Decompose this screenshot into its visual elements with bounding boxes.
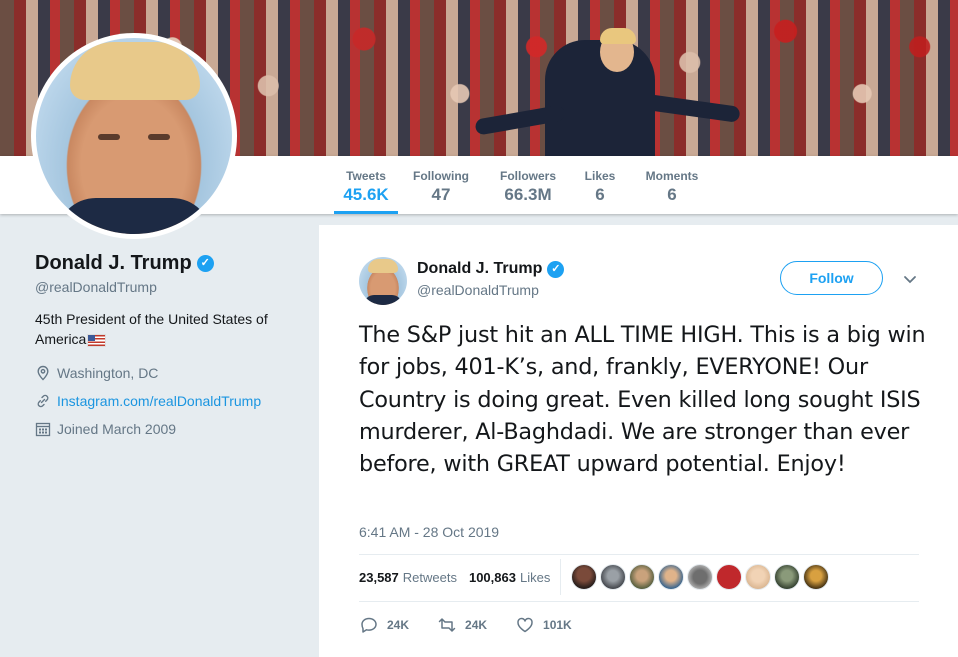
- reply-count: 24K: [387, 618, 410, 632]
- profile-handle[interactable]: @realDonaldTrump: [35, 279, 295, 295]
- reply-button[interactable]: 24K: [359, 615, 409, 635]
- nav-tab-moments[interactable]: Moments 6: [641, 156, 703, 214]
- heart-icon: [517, 617, 533, 633]
- link-icon: [37, 394, 49, 408]
- liker-avatar[interactable]: [600, 564, 627, 590]
- retweet-button[interactable]: 24K: [437, 615, 487, 635]
- like-count: 101K: [543, 618, 572, 632]
- verified-badge-icon: ✓: [196, 255, 214, 272]
- likes-count: 100,863: [468, 569, 516, 585]
- liker-avatar[interactable]: [745, 564, 772, 590]
- tweet-stats: 23,587 Retweets 100,863 Likes: [359, 559, 830, 595]
- tweet-author-name-row: Donald J. Trump ✓: [417, 260, 565, 278]
- liker-avatar[interactable]: [571, 564, 598, 590]
- profile-website: Instagram.com/realDonaldTrump: [35, 391, 295, 411]
- verified-badge-icon: ✓: [547, 260, 565, 278]
- profile-name[interactable]: Donald J. Trump: [35, 252, 192, 275]
- nav-tab-label: Moments: [645, 169, 699, 183]
- nav-tab-label: Followers: [499, 169, 556, 183]
- avatar-eye: [148, 134, 170, 140]
- nav-tab-value: 45.6K: [343, 185, 389, 204]
- profile-joined: Joined March 2009: [35, 419, 295, 439]
- likes-label: Likes: [519, 569, 551, 585]
- profile-bio-text: 45th President of the United States of A…: [35, 311, 268, 347]
- nav-tab-label: Tweets: [346, 169, 386, 183]
- tweet-card: Donald J. Trump ✓ @realDonaldTrump Follo…: [319, 225, 958, 657]
- avatar-eye: [98, 134, 120, 140]
- nav-tab-following[interactable]: Following 47: [408, 156, 474, 214]
- profile-location: Washington, DC: [35, 363, 295, 383]
- like-button[interactable]: 101K: [515, 615, 572, 635]
- tweet-avatar-suit: [364, 295, 402, 305]
- retweet-count: 24K: [465, 618, 488, 632]
- retweets-label: Retweets: [402, 569, 457, 585]
- liker-avatar[interactable]: [803, 564, 830, 590]
- nav-tab-label: Following: [413, 169, 469, 183]
- avatar-suit: [56, 198, 212, 234]
- calendar-icon: [35, 422, 51, 437]
- liker-avatars: [571, 564, 830, 590]
- liker-avatar[interactable]: [716, 564, 743, 590]
- tweet-author-name[interactable]: Donald J. Trump: [417, 260, 542, 278]
- profile-joined-text: Joined March 2009: [57, 421, 177, 437]
- nav-tab-value: 6: [667, 185, 677, 204]
- profile-location-text: Washington, DC: [57, 365, 159, 381]
- profile-website-link[interactable]: Instagram.com/realDonaldTrump: [57, 393, 261, 409]
- tweet-timestamp[interactable]: 6:41 AM - 28 Oct 2019: [359, 524, 499, 540]
- profile-avatar[interactable]: [31, 33, 237, 239]
- profile-card: Donald J. Trump ✓ @realDonaldTrump 45th …: [35, 252, 295, 439]
- profile-bio: 45th President of the United States of A…: [35, 309, 280, 349]
- tweet-divider: [359, 601, 919, 602]
- tweet-author-handle[interactable]: @realDonaldTrump: [417, 282, 564, 298]
- profile-name-row: Donald J. Trump ✓: [35, 252, 295, 275]
- tweet-author: Donald J. Trump ✓ @realDonaldTrump: [417, 260, 565, 298]
- banner-speaker-hair: [600, 28, 636, 44]
- us-flag-icon: [87, 333, 107, 347]
- reply-icon: [361, 617, 377, 633]
- tweet-avatar-hair: [368, 259, 398, 273]
- tweet-author-avatar[interactable]: [359, 257, 407, 305]
- likes-stat[interactable]: 100,863 Likes: [469, 570, 550, 585]
- nav-tab-value: 6: [595, 185, 605, 204]
- avatar-hair: [70, 42, 200, 100]
- avatar-image: [36, 38, 232, 234]
- nav-tab-value: 66.3M: [504, 185, 552, 204]
- liker-avatar[interactable]: [629, 564, 656, 590]
- retweets-count: 23,587: [359, 569, 399, 585]
- liker-avatar[interactable]: [774, 564, 801, 590]
- stats-separator: [560, 559, 562, 595]
- nav-tab-followers[interactable]: Followers 66.3M: [496, 156, 560, 214]
- chevron-down-icon[interactable]: [903, 275, 917, 285]
- location-pin-icon: [37, 365, 49, 381]
- nav-tab-likes[interactable]: Likes 6: [580, 156, 620, 214]
- tweet-actions: 24K 24K 101K: [359, 615, 600, 635]
- tweet-text: The S&P just hit an ALL TIME HIGH. This …: [359, 322, 926, 478]
- nav-tab-value: 47: [431, 185, 451, 204]
- nav-tab-tweets[interactable]: Tweets 45.6K: [334, 156, 398, 214]
- nav-tab-label: Likes: [584, 169, 616, 183]
- liker-avatar[interactable]: [687, 564, 714, 590]
- retweet-icon: [438, 618, 456, 632]
- follow-button[interactable]: Follow: [780, 261, 883, 295]
- tweet-divider: [359, 554, 919, 555]
- retweets-stat[interactable]: 23,587 Retweets: [359, 570, 457, 585]
- liker-avatar[interactable]: [658, 564, 685, 590]
